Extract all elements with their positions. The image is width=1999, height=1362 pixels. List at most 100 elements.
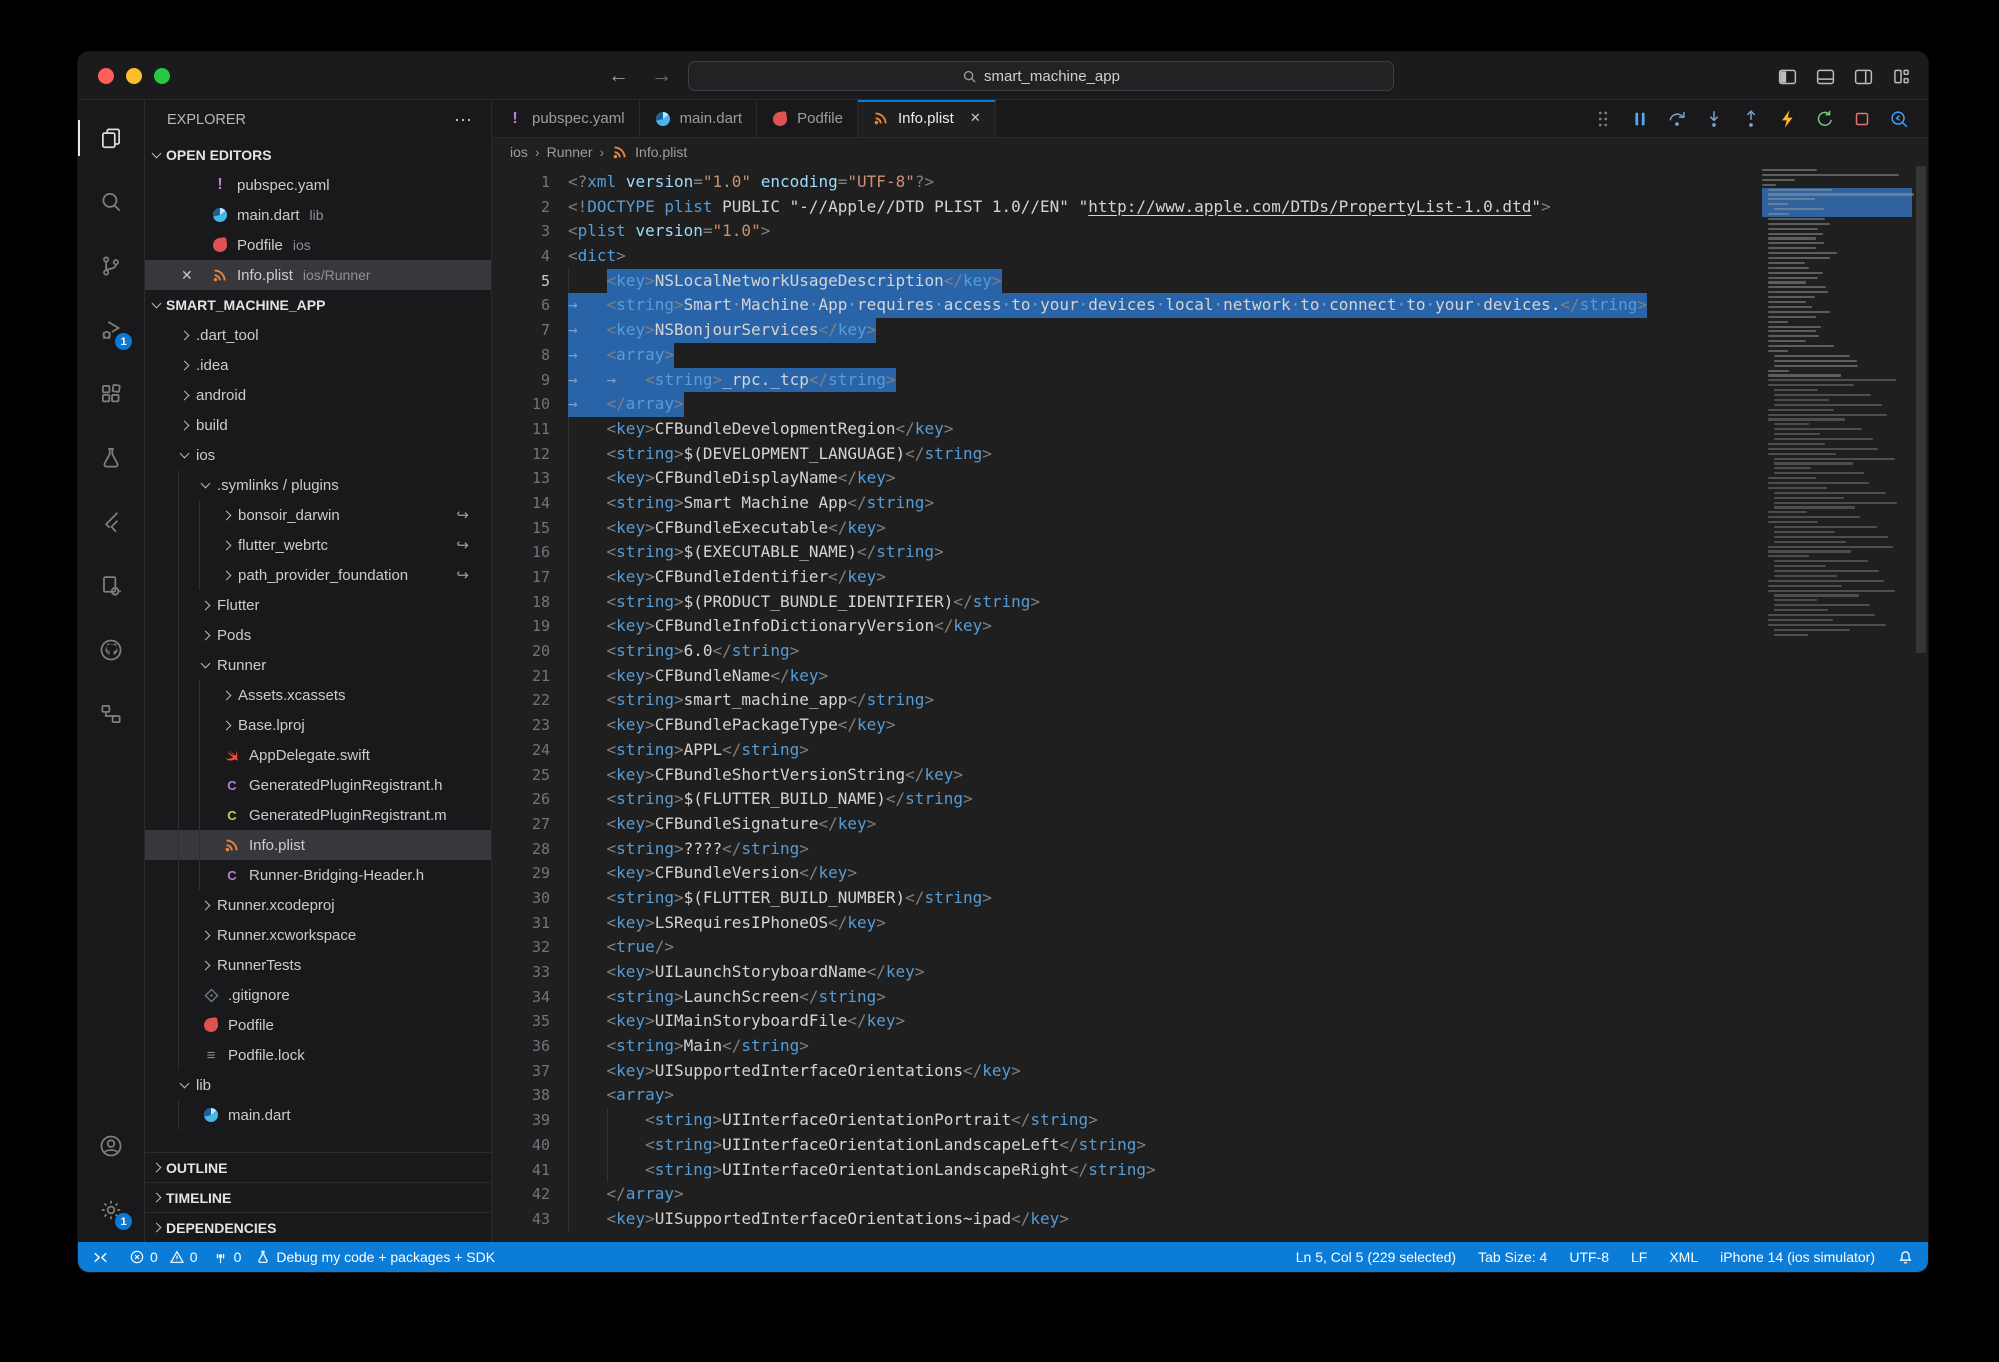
- activity-run-and-debug-icon[interactable]: 1: [78, 298, 144, 362]
- hot-reload-icon[interactable]: [1777, 108, 1799, 130]
- line-number[interactable]: 42: [492, 1182, 550, 1207]
- tree-item-RunnerTests[interactable]: RunnerTests: [145, 950, 491, 980]
- minimize-window-button[interactable]: [126, 68, 142, 84]
- line-number[interactable]: 24: [492, 738, 550, 763]
- code-line-5[interactable]: 5 <key>NSLocalNetworkUsageDescription</k…: [492, 269, 1928, 294]
- line-number[interactable]: 34: [492, 985, 550, 1010]
- line-number[interactable]: 18: [492, 590, 550, 615]
- code-line-23[interactable]: 23 <key>CFBundlePackageType</key>: [492, 713, 1928, 738]
- code-line-25[interactable]: 25 <key>CFBundleShortVersionString</key>: [492, 763, 1928, 788]
- remote-indicator[interactable]: [92, 1249, 109, 1266]
- line-number[interactable]: 37: [492, 1059, 550, 1084]
- open-editor-Info.plist[interactable]: ✕Info.plistios/Runner: [145, 260, 491, 290]
- line-number[interactable]: 9: [492, 368, 550, 393]
- activity-project-tools-icon[interactable]: [78, 554, 144, 618]
- stop-icon[interactable]: [1851, 108, 1873, 130]
- tree-item-Info.plist[interactable]: Info.plist: [145, 830, 491, 860]
- line-number[interactable]: 27: [492, 812, 550, 837]
- line-number[interactable]: 11: [492, 417, 550, 442]
- line-number[interactable]: 20: [492, 639, 550, 664]
- scrollbar[interactable]: [1914, 166, 1928, 1242]
- code-line-2[interactable]: 2<!DOCTYPE plist PUBLIC "-//Apple//DTD P…: [492, 195, 1928, 220]
- tree-item-.gitignore[interactable]: .gitignore: [145, 980, 491, 1010]
- project-section-header[interactable]: SMART_MACHINE_APP: [145, 290, 491, 320]
- code-line-35[interactable]: 35 <key>UIMainStoryboardFile</key>: [492, 1009, 1928, 1034]
- line-number[interactable]: 43: [492, 1207, 550, 1232]
- line-number[interactable]: 36: [492, 1034, 550, 1059]
- cursor-position[interactable]: Ln 5, Col 5 (229 selected): [1296, 1249, 1456, 1265]
- tree-item-Podfile.lock[interactable]: ≡Podfile.lock: [145, 1040, 491, 1070]
- breadcrumb-item-ios[interactable]: ios: [510, 144, 528, 160]
- tree-item-build[interactable]: build: [145, 410, 491, 440]
- tree-item-.symlinks-plugins[interactable]: .symlinks / plugins: [145, 470, 491, 500]
- activity-accounts-icon[interactable]: [78, 1114, 144, 1178]
- open-editor-Podfile[interactable]: ✕Podfileios: [145, 230, 491, 260]
- code-line-20[interactable]: 20 <string>6.0</string>: [492, 639, 1928, 664]
- tree-item-Runner.xcworkspace[interactable]: Runner.xcworkspace: [145, 920, 491, 950]
- code-line-16[interactable]: 16 <string>$(EXECUTABLE_NAME)</string>: [492, 540, 1928, 565]
- tab-main.dart[interactable]: main.dart: [640, 100, 758, 137]
- line-number[interactable]: 19: [492, 614, 550, 639]
- tree-item-GeneratedPluginRegistrant.h[interactable]: CGeneratedPluginRegistrant.h: [145, 770, 491, 800]
- tree-item-Pods[interactable]: Pods: [145, 620, 491, 650]
- line-number[interactable]: 15: [492, 516, 550, 541]
- code-line-15[interactable]: 15 <key>CFBundleExecutable</key>: [492, 516, 1928, 541]
- code-line-12[interactable]: 12 <string>$(DEVELOPMENT_LANGUAGE)</stri…: [492, 442, 1928, 467]
- line-number[interactable]: 26: [492, 787, 550, 812]
- code-line-33[interactable]: 33 <key>UILaunchStoryboardName</key>: [492, 960, 1928, 985]
- open-editor-pubspec.yaml[interactable]: ✕!pubspec.yaml: [145, 170, 491, 200]
- code-line-7[interactable]: 7→ <key>NSBonjourServices</key>: [492, 318, 1928, 343]
- code-line-1[interactable]: 1<?xml version="1.0" encoding="UTF-8"?>: [492, 170, 1928, 195]
- code-line-32[interactable]: 32 <true/>: [492, 935, 1928, 960]
- minimap[interactable]: [1762, 168, 1912, 638]
- code-line-31[interactable]: 31 <key>LSRequiresIPhoneOS</key>: [492, 911, 1928, 936]
- line-number[interactable]: 14: [492, 491, 550, 516]
- tree-item-flutter_webrtc[interactable]: flutter_webrtc↪: [145, 530, 491, 560]
- line-number[interactable]: 13: [492, 466, 550, 491]
- close-tab-icon[interactable]: ✕: [970, 110, 981, 126]
- restart-icon[interactable]: [1814, 108, 1836, 130]
- code-line-42[interactable]: 42 </array>: [492, 1182, 1928, 1207]
- navigate-back-icon[interactable]: ←: [608, 64, 629, 88]
- code-line-4[interactable]: 4<dict>: [492, 244, 1928, 269]
- tab-Info.plist[interactable]: Info.plist✕: [858, 100, 996, 137]
- open-editors-section-header[interactable]: OPEN EDITORS: [145, 140, 491, 170]
- code-line-9[interactable]: 9→ → <string>_rpc._tcp</string>: [492, 368, 1928, 393]
- line-number[interactable]: 17: [492, 565, 550, 590]
- code-line-40[interactable]: 40 <string>UIInterfaceOrientationLandsca…: [492, 1133, 1928, 1158]
- section-header-dependencies[interactable]: DEPENDENCIES: [145, 1212, 491, 1242]
- line-number[interactable]: 33: [492, 960, 550, 985]
- tree-item-Podfile[interactable]: Podfile: [145, 1010, 491, 1040]
- activity-source-control-icon[interactable]: [78, 234, 144, 298]
- tree-item-Flutter[interactable]: Flutter: [145, 590, 491, 620]
- code-line-38[interactable]: 38 <array>: [492, 1083, 1928, 1108]
- code-line-18[interactable]: 18 <string>$(PRODUCT_BUNDLE_IDENTIFIER)<…: [492, 590, 1928, 615]
- tree-item-android[interactable]: android: [145, 380, 491, 410]
- activity-search-icon[interactable]: [78, 170, 144, 234]
- code-line-26[interactable]: 26 <string>$(FLUTTER_BUILD_NAME)</string…: [492, 787, 1928, 812]
- line-number[interactable]: 7: [492, 318, 550, 343]
- code-line-17[interactable]: 17 <key>CFBundleIdentifier</key>: [492, 565, 1928, 590]
- code-line-13[interactable]: 13 <key>CFBundleDisplayName</key>: [492, 466, 1928, 491]
- command-center-search[interactable]: smart_machine_app: [688, 61, 1394, 91]
- tree-item-Runner[interactable]: Runner: [145, 650, 491, 680]
- line-number[interactable]: 3: [492, 219, 550, 244]
- tree-item-main.dart[interactable]: main.dart: [145, 1100, 491, 1130]
- code-line-43[interactable]: 43 <key>UISupportedInterfaceOrientations…: [492, 1207, 1928, 1232]
- line-number[interactable]: 35: [492, 1009, 550, 1034]
- line-number[interactable]: 40: [492, 1133, 550, 1158]
- line-number[interactable]: 10: [492, 392, 550, 417]
- line-number[interactable]: 28: [492, 837, 550, 862]
- tab-Podfile[interactable]: Podfile: [757, 100, 858, 137]
- tree-item-bonsoir_darwin[interactable]: bonsoir_darwin↪: [145, 500, 491, 530]
- code-line-19[interactable]: 19 <key>CFBundleInfoDictionaryVersion</k…: [492, 614, 1928, 639]
- problems-indicator[interactable]: 0 0: [129, 1249, 198, 1265]
- activity-explorer-icon[interactable]: [78, 106, 144, 170]
- debug-config-indicator[interactable]: Debug my code + packages + SDK: [255, 1249, 495, 1265]
- pause-icon[interactable]: [1629, 108, 1651, 130]
- code-line-36[interactable]: 36 <string>Main</string>: [492, 1034, 1928, 1059]
- toggle-secondary-sidebar-icon[interactable]: [1853, 66, 1874, 87]
- code-line-41[interactable]: 41 <string>UIInterfaceOrientationLandsca…: [492, 1158, 1928, 1183]
- line-number[interactable]: 38: [492, 1083, 550, 1108]
- explorer-more-actions-icon[interactable]: ⋯: [454, 110, 473, 131]
